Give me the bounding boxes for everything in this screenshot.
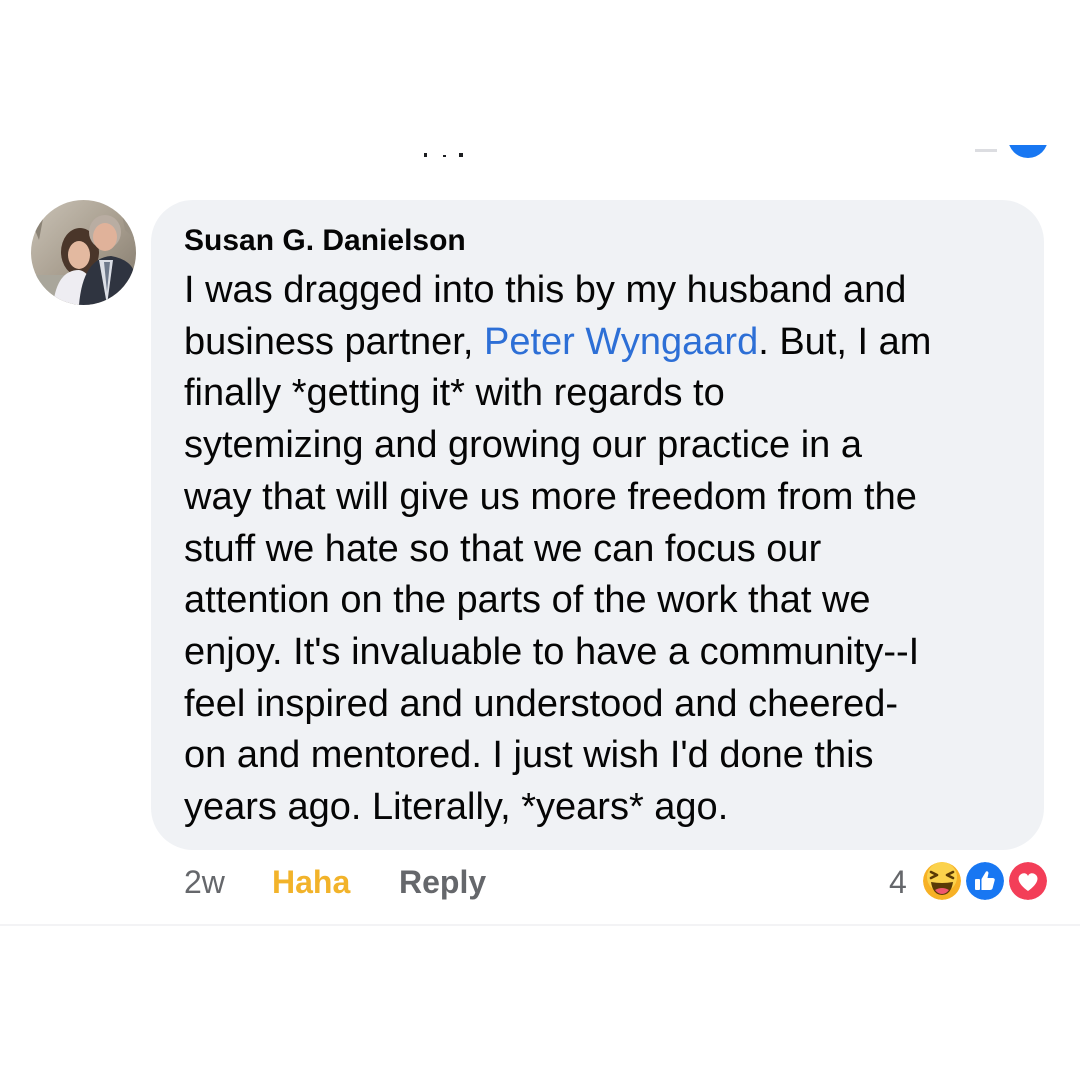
divider-fragment [975,149,997,152]
comment-body: I was dragged into this by my husband an… [184,265,1034,834]
bottom-divider [0,924,1080,926]
comment-line: attention on the parts of the work that … [184,579,871,622]
comment-line: years ago. Literally, *years* ago. [184,786,729,829]
mention-link[interactable]: Peter Wyngaard [484,321,758,363]
text-fragment [424,153,427,157]
comment-line: on and mentored. I just wish I'd done th… [184,734,874,777]
previous-comment-fragment [0,0,1080,175]
text-fragment [443,155,446,157]
comment-line: sytemizing and growing our practice in a [184,424,863,467]
love-heart-icon [1006,859,1050,903]
avatar[interactable] [31,200,136,305]
comment-line: feel inspired and understood and cheered… [184,682,899,725]
reaction-count[interactable]: 4 [889,862,907,902]
comment-line: enjoy. It's invaluable to have a communi… [184,630,920,673]
like-thumb-icon [963,859,1007,903]
comment-line: way that will give us more freedom from … [184,475,917,518]
comment-author-name[interactable]: Susan G. Danielson [184,222,466,260]
comment-line: I was dragged into this by my husband an… [184,269,907,311]
comment-line: finally *getting it* with regards to [184,372,725,415]
comment-timestamp[interactable]: 2w [184,862,225,902]
reaction-button[interactable]: Haha [272,862,350,902]
haha-emoji-icon [920,859,964,903]
comment-line: stuff we hate so that we can focus our [184,527,822,570]
reply-button[interactable]: Reply [399,862,486,902]
text-fragment [459,153,463,157]
comment-line: business partner, Peter Wyngaard. But, I… [184,320,932,363]
reaction-summary[interactable]: 4 [880,858,1050,904]
